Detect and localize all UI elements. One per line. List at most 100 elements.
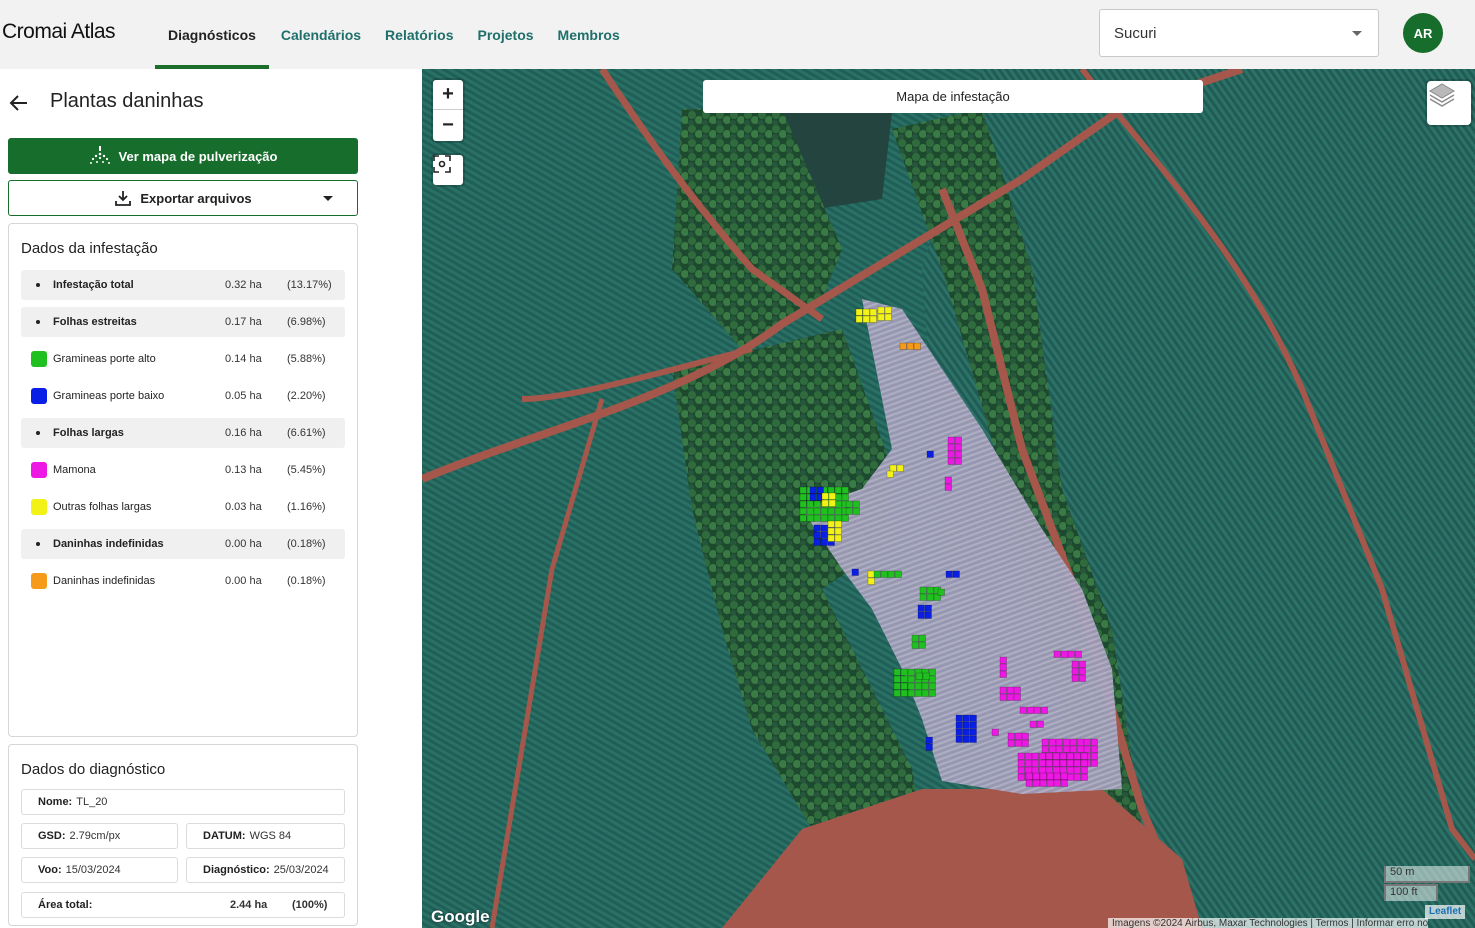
nav-diagnosticos[interactable]: Diagnósticos — [155, 0, 269, 69]
weed-cell[interactable] — [928, 682, 936, 690]
weed-cell[interactable] — [867, 570, 875, 578]
weed-cell[interactable] — [900, 668, 908, 676]
weed-cell[interactable] — [1090, 738, 1098, 746]
weed-cell[interactable] — [1036, 720, 1044, 728]
weed-cell[interactable] — [827, 507, 835, 515]
weed-cell[interactable] — [841, 514, 849, 522]
weed-cell[interactable] — [937, 588, 945, 596]
weed-cell[interactable] — [880, 570, 888, 578]
weed-cell[interactable] — [918, 641, 926, 649]
weed-cell[interactable] — [1031, 752, 1039, 760]
weed-cell[interactable] — [1060, 650, 1068, 658]
infestation-row[interactable]: Gramineas porte baixo 0.05 ha (2.20%) — [21, 381, 345, 411]
weed-cell[interactable] — [900, 682, 908, 690]
weed-cell[interactable] — [834, 500, 842, 508]
weed-cell[interactable] — [1083, 745, 1091, 753]
weed-cell[interactable] — [1029, 720, 1037, 728]
weed-cell[interactable] — [919, 593, 927, 601]
weed-cell[interactable] — [944, 476, 952, 484]
weed-cell[interactable] — [1048, 745, 1056, 753]
weed-cell[interactable] — [828, 492, 836, 500]
weed-cell[interactable] — [1073, 752, 1081, 760]
weed-cell[interactable] — [913, 342, 921, 350]
weed-cell[interactable] — [834, 493, 842, 501]
nav-projetos[interactable]: Projetos — [466, 0, 546, 69]
weed-cell[interactable] — [1013, 686, 1021, 694]
weed-cell[interactable] — [828, 499, 836, 507]
weed-cell[interactable] — [827, 520, 835, 528]
weed-cell[interactable] — [809, 486, 817, 494]
weed-cell[interactable] — [962, 714, 970, 722]
weed-cell[interactable] — [928, 675, 936, 683]
weed-cell[interactable] — [855, 315, 863, 323]
weed-cell[interactable] — [1080, 752, 1088, 760]
zoom-out-button[interactable]: − — [433, 110, 463, 140]
weed-cell[interactable] — [869, 315, 877, 323]
weed-cell[interactable] — [1007, 739, 1015, 747]
weed-cell[interactable] — [1024, 759, 1032, 767]
weed-cell[interactable] — [862, 315, 870, 323]
infestation-map[interactable]: + − Mapa de infestação Google 50 m 100 f… — [422, 69, 1475, 928]
weed-cell[interactable] — [1067, 650, 1075, 658]
weed-cell[interactable] — [969, 721, 977, 729]
weed-cell[interactable] — [1066, 766, 1074, 774]
weed-cell[interactable] — [1017, 766, 1025, 774]
weed-cell[interactable] — [962, 728, 970, 736]
weed-cell[interactable] — [1060, 779, 1068, 787]
weed-cell[interactable] — [1071, 667, 1079, 675]
weed-cell[interactable] — [877, 313, 885, 321]
weed-cell[interactable] — [820, 538, 828, 546]
weed-cell[interactable] — [1007, 732, 1015, 740]
weed-cell[interactable] — [893, 689, 901, 697]
spray-map-button[interactable]: Ver mapa de pulverização — [8, 138, 358, 174]
weed-cell[interactable] — [1026, 706, 1034, 714]
weed-cell[interactable] — [1059, 752, 1067, 760]
weed-cell[interactable] — [1055, 738, 1063, 746]
weed-cell[interactable] — [954, 450, 962, 458]
nav-relatorios[interactable]: Relatórios — [373, 0, 465, 69]
weed-cell[interactable] — [1039, 779, 1047, 787]
weed-cell[interactable] — [969, 728, 977, 736]
weed-cell[interactable] — [820, 514, 828, 522]
weed-cell[interactable] — [1053, 650, 1061, 658]
weed-cell[interactable] — [900, 675, 908, 683]
weed-cell[interactable] — [834, 520, 842, 528]
weed-cell[interactable] — [820, 531, 828, 539]
weed-cell[interactable] — [1052, 759, 1060, 767]
infestation-row[interactable]: Gramineas porte alto 0.14 ha (5.88%) — [21, 344, 345, 374]
weed-cell[interactable] — [1078, 674, 1086, 682]
weed-cell[interactable] — [1090, 745, 1098, 753]
weed-cell[interactable] — [827, 486, 835, 494]
weed-cell[interactable] — [1045, 752, 1053, 760]
weed-cell[interactable] — [955, 735, 963, 743]
weed-cell[interactable] — [1045, 766, 1053, 774]
weed-cell[interactable] — [809, 493, 817, 501]
weed-cell[interactable] — [806, 514, 814, 522]
brand-logo[interactable]: Cromai Atlas — [2, 20, 116, 44]
weed-cell[interactable] — [962, 735, 970, 743]
weed-cell[interactable] — [945, 570, 953, 578]
weed-cell[interactable] — [884, 306, 892, 314]
weed-cell[interactable] — [947, 450, 955, 458]
weed-cell[interactable] — [1073, 766, 1081, 774]
weed-cell[interactable] — [834, 534, 842, 542]
weed-cell[interactable] — [1060, 772, 1068, 780]
weed-cell[interactable] — [834, 507, 842, 515]
weed-cell[interactable] — [969, 735, 977, 743]
weed-cell[interactable] — [1076, 745, 1084, 753]
infestation-row[interactable]: Folhas largas 0.16 ha (6.61%) — [21, 418, 345, 448]
weed-cell[interactable] — [799, 514, 807, 522]
weed-cell[interactable] — [1069, 738, 1077, 746]
weed-cell[interactable] — [893, 668, 901, 676]
weed-cell[interactable] — [1033, 706, 1041, 714]
weed-cell[interactable] — [1006, 686, 1014, 694]
weed-cell[interactable] — [834, 514, 842, 522]
weed-cell[interactable] — [1059, 759, 1067, 767]
weed-cell[interactable] — [894, 570, 902, 578]
avatar[interactable]: AR — [1403, 13, 1443, 53]
farm-select[interactable]: Sucuri — [1099, 9, 1379, 57]
weed-cell[interactable] — [947, 436, 955, 444]
weed-cell[interactable] — [1066, 752, 1074, 760]
weed-cell[interactable] — [1055, 745, 1063, 753]
weed-cell[interactable] — [813, 524, 821, 532]
